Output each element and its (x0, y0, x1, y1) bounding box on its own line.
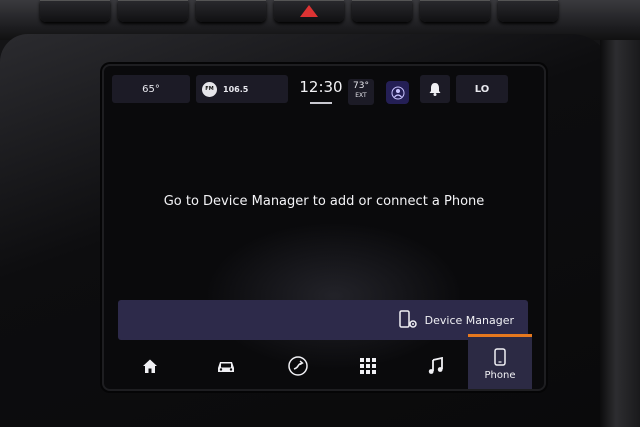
exterior-temp: 73° EXT (348, 79, 374, 105)
nav-phone-label: Phone (484, 370, 516, 381)
driver-profile-icon (391, 86, 404, 99)
nav-apps[interactable] (338, 342, 398, 389)
bell-icon (429, 83, 441, 96)
hazard-button[interactable] (274, 0, 344, 22)
fan-level-button[interactable]: LO (456, 75, 508, 103)
connect-phone-message: Go to Device Manager to add or connect a… (163, 194, 485, 209)
nav-media[interactable] (406, 342, 466, 389)
status-bar: 65° FM 106.5 12:30 73° EXT LO (104, 66, 544, 112)
hazard-icon (300, 5, 318, 17)
clock-underline (310, 102, 332, 104)
bottom-nav: Phone (104, 334, 544, 389)
hardware-button[interactable] (420, 0, 490, 22)
device-manager-bar: Device Manager (118, 300, 528, 340)
phone-icon (494, 348, 506, 366)
device-manager-button[interactable]: Device Manager (397, 308, 514, 332)
hardware-button[interactable] (40, 0, 110, 22)
fm-radio-icon: FM (202, 81, 217, 97)
driver-temp-value: 65° (142, 83, 160, 95)
nav-vehicle[interactable] (196, 342, 256, 389)
radio-source-button[interactable]: FM 106.5 (196, 75, 288, 103)
nav-navigation[interactable] (268, 342, 328, 389)
nav-phone[interactable]: Phone (468, 334, 532, 389)
exterior-temp-value: 73° (353, 81, 369, 91)
hardware-button[interactable] (196, 0, 266, 22)
hardware-button[interactable] (498, 0, 558, 22)
driver-temp-button[interactable]: 65° (112, 75, 190, 103)
car-icon (218, 361, 234, 372)
dashboard-trim (600, 40, 640, 427)
notifications-button[interactable] (420, 75, 450, 103)
home-icon (143, 359, 157, 373)
apps-grid-icon (360, 357, 376, 374)
hardware-button[interactable] (352, 0, 412, 22)
hardware-button[interactable] (118, 0, 188, 22)
clock: 12:30 (299, 78, 343, 96)
nav-home[interactable] (120, 342, 180, 389)
navigation-icon (288, 355, 308, 376)
music-note-icon (428, 356, 443, 374)
driver-profile-button[interactable] (386, 81, 409, 104)
phone-settings-icon (398, 310, 417, 328)
radio-frequency: 106.5 (223, 84, 249, 94)
fan-level-value: LO (474, 83, 490, 95)
device-manager-label: Device Manager (424, 313, 514, 327)
exterior-temp-label: EXT (355, 92, 367, 99)
infotainment-screen: 65° FM 106.5 12:30 73° EXT LO Go to Devi… (104, 66, 544, 389)
